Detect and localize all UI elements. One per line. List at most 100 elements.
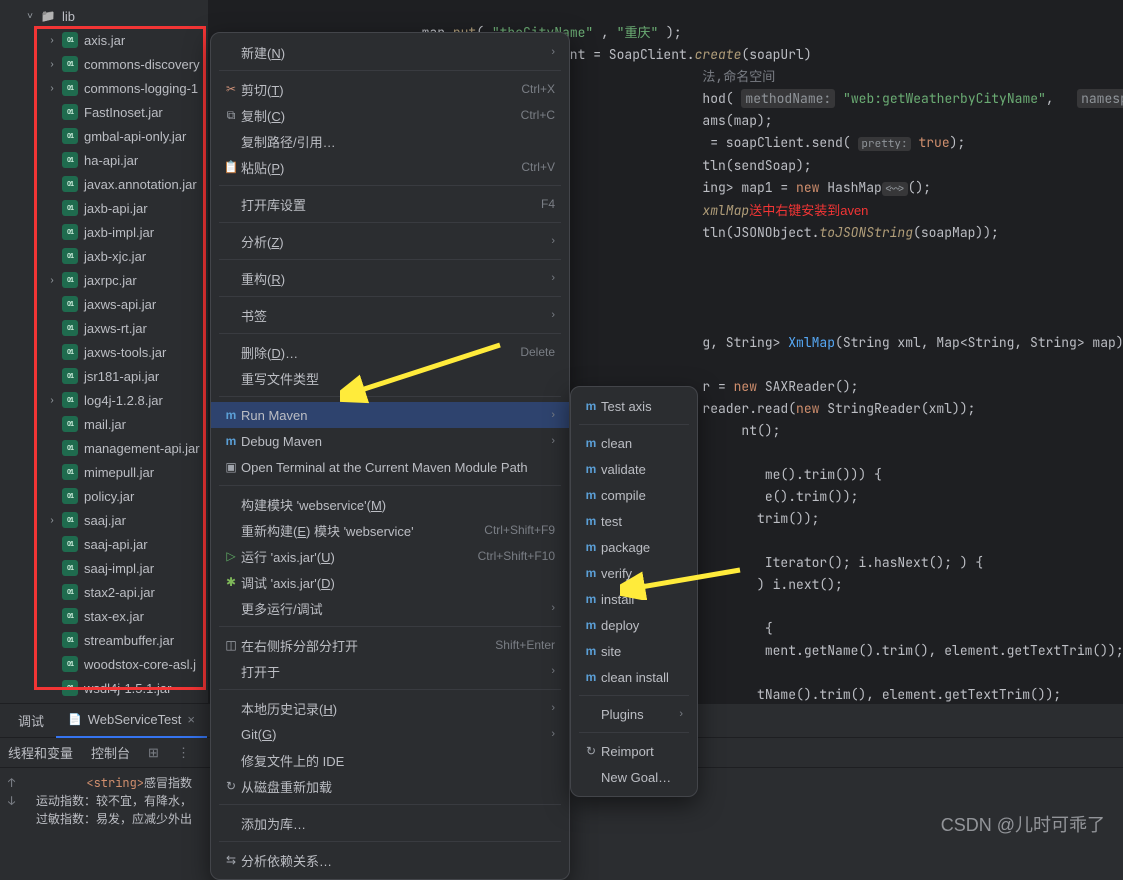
submenu-item-verify[interactable]: mverify <box>571 560 697 586</box>
menu-item-git-g-[interactable]: Git(G)› <box>211 721 569 747</box>
file-gmbal-api-only-jar[interactable]: gmbal-api-only.jar <box>0 124 208 148</box>
file-mimepull-jar[interactable]: mimepull.jar <box>0 460 208 484</box>
jar-icon <box>62 368 78 384</box>
menu-label: clean <box>601 436 683 451</box>
file-jsr181-api-jar[interactable]: jsr181-api.jar <box>0 364 208 388</box>
jar-icon <box>62 248 78 264</box>
menu-item----c-[interactable]: ⧉复制(C)Ctrl+C <box>211 102 569 128</box>
file-javax-annotation-jar[interactable]: javax.annotation.jar <box>0 172 208 196</box>
file-wsdl4j-1-5-1-jar[interactable]: wsdl4j-1.5.1.jar <box>0 676 208 700</box>
menu-item-run-maven[interactable]: mRun Maven› <box>211 402 569 428</box>
chevron-right-icon[interactable] <box>44 32 60 48</box>
submenu-item-compile[interactable]: mcompile <box>571 482 697 508</box>
submenu-item-plugins[interactable]: Plugins› <box>571 701 697 727</box>
menu-item--------h-[interactable]: 本地历史记录(H)› <box>211 695 569 721</box>
file-stax2-api-jar[interactable]: stax2-api.jar <box>0 580 208 604</box>
menu-item-----axis-jar--u-[interactable]: ▷运行 'axis.jar'(U)Ctrl+Shift+F10 <box>211 543 569 569</box>
file-saaj-jar[interactable]: saaj.jar <box>0 508 208 532</box>
file-label: jaxb-api.jar <box>84 201 148 216</box>
file-jaxb-impl-jar[interactable]: jaxb-impl.jar <box>0 220 208 244</box>
menu-item-------[interactable]: 重写文件类型 <box>211 365 569 391</box>
menu-separator <box>219 396 561 397</box>
submenu-item-site[interactable]: msite <box>571 638 697 664</box>
submenu-item-install[interactable]: minstall <box>571 586 697 612</box>
file-label: stax-ex.jar <box>84 609 144 624</box>
file-management-api-jar[interactable]: management-api.jar <box>0 436 208 460</box>
file-log4j-1-2-8-jar[interactable]: log4j-1.2.8.jar <box>0 388 208 412</box>
file-jaxrpc-jar[interactable]: jaxrpc.jar <box>0 268 208 292</box>
file-commons-logging-1[interactable]: commons-logging-1 <box>0 76 208 100</box>
tab-webservicetest[interactable]: 📄 WebServiceTest × <box>56 704 207 738</box>
menu-item-------webservice--m-[interactable]: 构建模块 'webservice'(M) <box>211 491 569 517</box>
menu-item----t-[interactable]: ✂剪切(T)Ctrl+X <box>211 76 569 102</box>
submenu-item-test[interactable]: mtest <box>571 508 697 534</box>
file-policy-jar[interactable]: policy.jar <box>0 484 208 508</box>
file-jaxb-api-jar[interactable]: jaxb-api.jar <box>0 196 208 220</box>
submenu-item-package[interactable]: mpackage <box>571 534 697 560</box>
chevron-right-icon: › <box>551 272 555 284</box>
file-mail-jar[interactable]: mail.jar <box>0 412 208 436</box>
menu-item------e------webservice-[interactable]: 重新构建(E) 模块 'webservice'Ctrl+Shift+F9 <box>211 517 569 543</box>
menu-item---------[interactable]: 复制路径/引用… <box>211 128 569 154</box>
spacer <box>44 440 60 456</box>
submenu-item-clean-install[interactable]: mclean install <box>571 664 697 690</box>
file-jaxws-tools-jar[interactable]: jaxws-tools.jar <box>0 340 208 364</box>
menu-item-open-terminal-at-the-current-maven-module-path[interactable]: ▣Open Terminal at the Current Maven Modu… <box>211 454 569 480</box>
menu-label: 构建模块 'webservice'(M) <box>241 495 555 514</box>
spacer <box>44 296 60 312</box>
menu-item--------[interactable]: ⇆分析依赖关系… <box>211 847 569 873</box>
menu-item----d--[interactable]: 删除(D)…Delete <box>211 339 569 365</box>
chevron-right-icon[interactable] <box>44 392 60 408</box>
file-jaxws-api-jar[interactable]: jaxws-api.jar <box>0 292 208 316</box>
menu-item----n-[interactable]: 新建(N)› <box>211 39 569 65</box>
menu-item--------ide[interactable]: 修复文件上的 IDE <box>211 747 569 773</box>
menu-item----r-[interactable]: 重构(R)› <box>211 265 569 291</box>
file-saaj-impl-jar[interactable]: saaj-impl.jar <box>0 556 208 580</box>
chevron-right-icon[interactable] <box>44 512 60 528</box>
menu-item----[interactable]: 打开于› <box>211 658 569 684</box>
menu-item-----axis-jar--d-[interactable]: ✱调试 'axis.jar'(D) <box>211 569 569 595</box>
file-commons-discovery[interactable]: commons-discovery <box>0 52 208 76</box>
submenu-item-new-goal-[interactable]: New Goal… <box>571 764 697 790</box>
file-ha-api-jar[interactable]: ha-api.jar <box>0 148 208 172</box>
shortcut: Ctrl+Shift+F9 <box>484 523 555 537</box>
menu-item-debug-maven[interactable]: mDebug Maven› <box>211 428 569 454</box>
folder-lib[interactable]: lib <box>0 4 208 28</box>
tab-debug[interactable]: 调试 <box>6 704 56 738</box>
menu-item--------[interactable]: ↻从磁盘重新加载 <box>211 773 569 799</box>
menu-item----------[interactable]: ◫在右侧拆分部分打开Shift+Enter <box>211 632 569 658</box>
close-icon[interactable]: × <box>187 712 195 727</box>
submenu-item-validate[interactable]: mvalidate <box>571 456 697 482</box>
submenu-item-clean[interactable]: mclean <box>571 430 697 456</box>
menu-item------[interactable]: 打开库设置F4 <box>211 191 569 217</box>
file-fastinoset-jar[interactable]: FastInoset.jar <box>0 100 208 124</box>
menu-item----z-[interactable]: 分析(Z)› <box>211 228 569 254</box>
maven-submenu: mTest axis mcleanmvalidatemcompilemtestmp… <box>570 386 698 797</box>
chevron-down-icon[interactable] <box>22 8 38 24</box>
file-jaxws-rt-jar[interactable]: jaxws-rt.jar <box>0 316 208 340</box>
spacer <box>221 44 241 60</box>
menu-item--------[interactable]: 更多运行/调试› <box>211 595 569 621</box>
submenu-item-deploy[interactable]: mdeploy <box>571 612 697 638</box>
terminal-icon: ▣ <box>221 459 241 475</box>
submenu-item-reimport[interactable]: ↻Reimport <box>571 738 697 764</box>
subtab-threads-vars[interactable]: 线程和变量 <box>8 743 73 762</box>
subtab-console[interactable]: 控制台 <box>91 743 130 762</box>
chevron-right-icon[interactable] <box>44 272 60 288</box>
chevron-right-icon: › <box>551 728 555 740</box>
submenu-item-test-axis[interactable]: mTest axis <box>571 393 697 419</box>
menu-label: New Goal… <box>601 770 683 785</box>
layout-icon[interactable]: ⊞ <box>148 745 159 761</box>
file-saaj-api-jar[interactable]: saaj-api.jar <box>0 532 208 556</box>
menu-item------[interactable]: 添加为库… <box>211 810 569 836</box>
more-icon[interactable]: ⋮ <box>177 745 190 761</box>
file-axis-jar[interactable]: axis.jar <box>0 28 208 52</box>
file-woodstox-core-asl-j[interactable]: woodstox-core-asl.j <box>0 652 208 676</box>
menu-item----p-[interactable]: 📋粘贴(P)Ctrl+V <box>211 154 569 180</box>
chevron-right-icon[interactable] <box>44 80 60 96</box>
menu-item---[interactable]: 书签› <box>211 302 569 328</box>
file-streambuffer-jar[interactable]: streambuffer.jar <box>0 628 208 652</box>
chevron-right-icon[interactable] <box>44 56 60 72</box>
file-jaxb-xjc-jar[interactable]: jaxb-xjc.jar <box>0 244 208 268</box>
file-stax-ex-jar[interactable]: stax-ex.jar <box>0 604 208 628</box>
